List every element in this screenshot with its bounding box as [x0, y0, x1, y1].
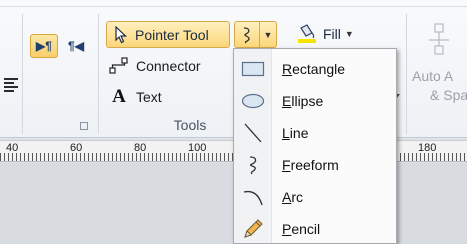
pointer-arrow-icon	[115, 25, 128, 43]
fill-dropdown-arrow[interactable]: ▼	[345, 29, 354, 39]
text-tool-label: Text	[136, 89, 162, 105]
menu-item-rectangle[interactable]: Rectangle	[234, 53, 396, 84]
ellipse-icon	[234, 85, 272, 116]
auto-align-label-line2: & Spa	[430, 87, 467, 103]
menu-item-label: Arc	[282, 188, 304, 205]
auto-align-spacing-button[interactable]: Auto A & Spa	[412, 22, 467, 132]
menu-item-line[interactable]: Line	[234, 117, 396, 148]
freeform-icon	[234, 149, 272, 180]
connector-tool-button[interactable]: Connector	[108, 56, 201, 76]
paragraph-ltr-icon: ▶¶	[36, 39, 52, 53]
paragraph-rtl-button[interactable]: ¶◀	[62, 34, 90, 58]
align-icon[interactable]	[4, 78, 18, 92]
group-separator	[406, 14, 407, 134]
tools-group-label: Tools	[173, 117, 207, 133]
text-icon: A	[112, 86, 126, 107]
shape-tool-menu: Rectangle Ellipse Line Freeform Arc Penc…	[233, 48, 397, 244]
menu-item-freeform[interactable]: Freeform	[234, 149, 396, 180]
auto-align-label-line1: Auto A	[412, 68, 454, 84]
dialog-launcher-icon[interactable]	[80, 122, 88, 130]
drawing-tool-button[interactable]	[234, 21, 260, 48]
freeform-icon	[243, 26, 250, 43]
menu-item-label: Freeform	[282, 156, 339, 173]
menu-item-ellipse[interactable]: Ellipse	[234, 85, 396, 116]
arc-icon	[234, 181, 272, 212]
paragraph-ltr-button[interactable]: ▶¶	[30, 34, 58, 58]
fill-button[interactable]: Fill ▼	[296, 22, 354, 46]
menu-item-arc[interactable]: Arc	[234, 181, 396, 212]
menu-item-label: Pencil	[282, 220, 321, 237]
paragraph-rtl-icon: ¶◀	[68, 39, 84, 53]
fill-label: Fill	[323, 26, 341, 42]
pencil-icon	[234, 213, 272, 244]
connector-label: Connector	[136, 58, 201, 74]
ribbon-top-border	[0, 6, 467, 7]
pointer-tool-label: Pointer Tool	[135, 26, 209, 43]
menu-item-label: Rectangle	[282, 60, 346, 77]
pointer-tool-button[interactable]: Pointer Tool	[106, 21, 230, 48]
menu-item-label: Line	[282, 124, 309, 141]
text-tool-button[interactable]: A Text	[108, 86, 162, 107]
auto-align-icon	[429, 23, 449, 55]
line-icon	[234, 117, 272, 148]
group-separator	[98, 14, 99, 134]
rectangle-icon	[234, 53, 272, 84]
menu-item-pencil[interactable]: Pencil	[234, 213, 396, 244]
menu-item-label: Ellipse	[282, 92, 324, 109]
paint-bucket-icon	[298, 24, 316, 43]
connector-icon	[109, 57, 128, 74]
drawing-tool-dropdown-arrow[interactable]: ▼	[260, 21, 277, 48]
group-separator	[22, 14, 23, 134]
